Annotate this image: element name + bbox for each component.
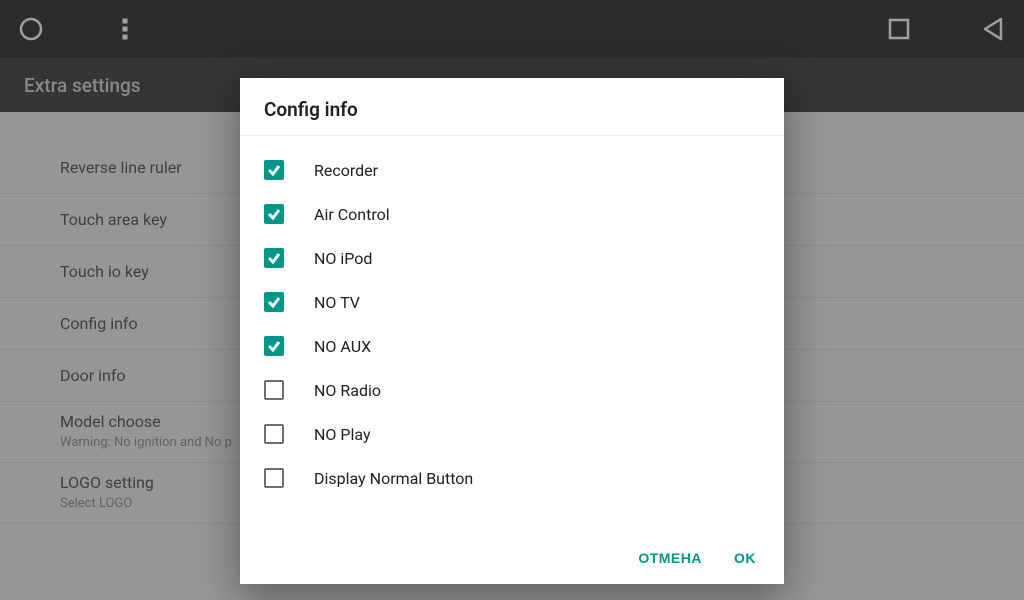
dialog-actions: ОТМЕНА OK (240, 536, 784, 584)
option-no-ipod[interactable]: NO iPod (240, 236, 784, 280)
option-no-play[interactable]: NO Play (240, 412, 784, 456)
option-recorder[interactable]: Recorder (240, 148, 784, 192)
checkbox-icon[interactable] (264, 380, 284, 400)
option-label: Display Normal Button (314, 469, 473, 488)
checkbox-icon[interactable] (264, 160, 284, 180)
option-display-normal-button[interactable]: Display Normal Button (240, 456, 784, 500)
config-info-dialog: Config info Recorder Air Control NO iPod… (240, 78, 784, 584)
option-label: NO AUX (314, 337, 371, 356)
option-label: Recorder (314, 161, 378, 180)
checkbox-icon[interactable] (264, 336, 284, 356)
option-label: NO TV (314, 293, 360, 312)
option-no-tv[interactable]: NO TV (240, 280, 784, 324)
option-label: NO Radio (314, 381, 381, 400)
option-no-radio[interactable]: NO Radio (240, 368, 784, 412)
checkbox-icon[interactable] (264, 292, 284, 312)
option-label: Air Control (314, 205, 390, 224)
ok-button[interactable]: OK (734, 550, 756, 566)
option-label: NO Play (314, 425, 371, 444)
checkbox-icon[interactable] (264, 468, 284, 488)
option-air-control[interactable]: Air Control (240, 192, 784, 236)
checkbox-icon[interactable] (264, 248, 284, 268)
option-label: NO iPod (314, 249, 372, 268)
checkbox-icon[interactable] (264, 204, 284, 224)
option-no-aux[interactable]: NO AUX (240, 324, 784, 368)
checkbox-icon[interactable] (264, 424, 284, 444)
cancel-button[interactable]: ОТМЕНА (638, 550, 702, 566)
dialog-body: Recorder Air Control NO iPod NO TV NO AU… (240, 136, 784, 536)
dialog-title: Config info (240, 78, 784, 136)
